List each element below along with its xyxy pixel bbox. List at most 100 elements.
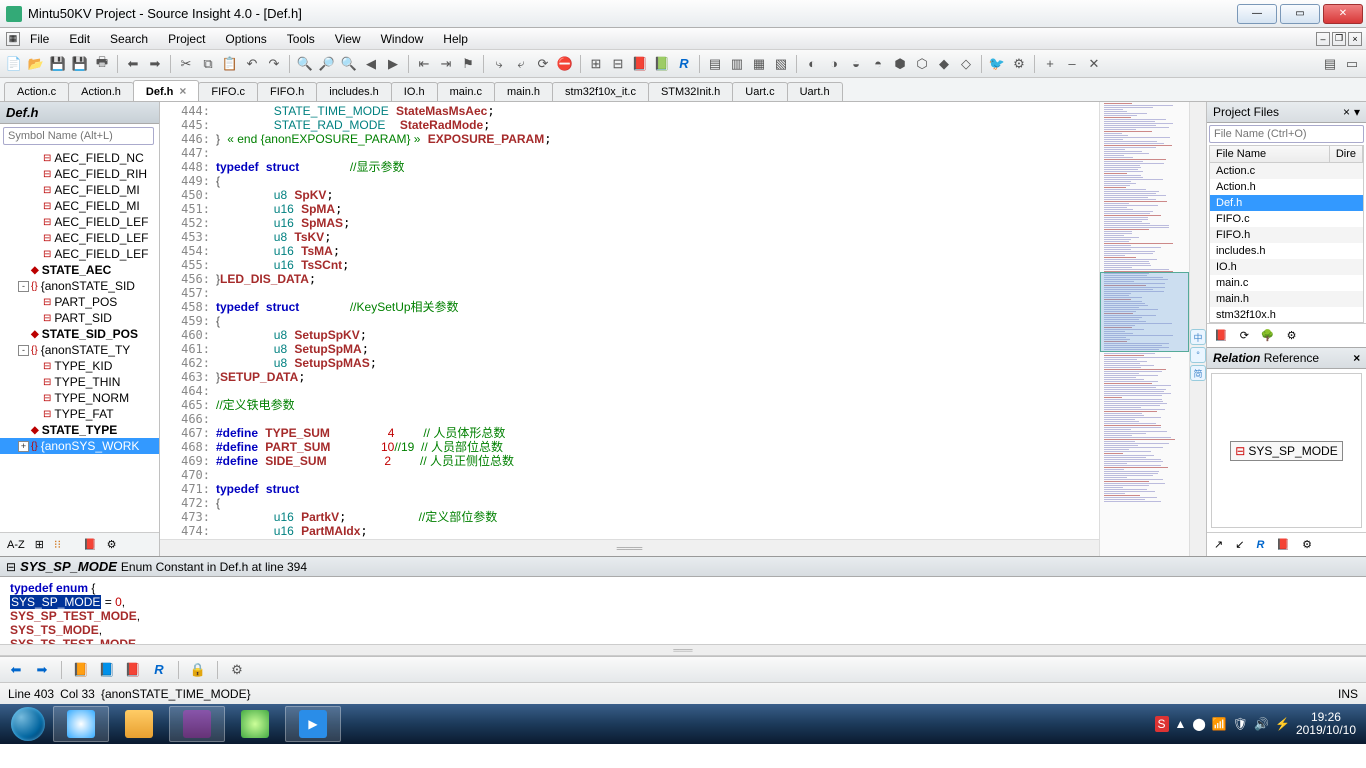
lock2-icon[interactable]: 🔒 [188, 660, 208, 680]
relation-graph[interactable]: ⊟SYS_SP_MODE [1211, 373, 1362, 528]
menu-tools[interactable]: Tools [277, 30, 325, 48]
taskbar-app-explorer[interactable] [111, 706, 167, 742]
gear-icon[interactable]: ⚙ [1009, 54, 1029, 74]
bm3-icon[interactable]: 📕 [123, 660, 143, 680]
taskbar-app-sourceinsight[interactable]: ▶ [285, 706, 341, 742]
symbol-tree-item[interactable]: ◆STATE_TYPE [0, 422, 159, 438]
project-file-item[interactable]: FIFO.h [1210, 227, 1363, 243]
file-tab[interactable]: Action.h [68, 82, 134, 101]
relation-r-icon[interactable]: R [149, 660, 169, 680]
redo-icon[interactable]: ↷ [264, 54, 284, 74]
symbol-tree-item[interactable]: ⊟AEC_FIELD_NC [0, 150, 159, 166]
file-tab[interactable]: FIFO.h [257, 82, 317, 101]
close-all-icon[interactable]: ✕ [1084, 54, 1104, 74]
tool6-icon[interactable]: ⬡ [912, 54, 932, 74]
bird-icon[interactable]: 🐦 [987, 54, 1007, 74]
editor-hscroll[interactable]: ═══ [160, 539, 1099, 556]
relation-close-icon[interactable]: × [1353, 351, 1360, 365]
symbol-tree-item[interactable]: ⊟AEC_FIELD_RIH [0, 166, 159, 182]
symbol-tree-item[interactable]: ⊟TYPE_NORM [0, 390, 159, 406]
search-files-icon[interactable]: 🔍 [339, 54, 359, 74]
win3-icon[interactable]: ▦ [749, 54, 769, 74]
menu-view[interactable]: View [325, 30, 371, 48]
win4-icon[interactable]: ▧ [771, 54, 791, 74]
bm1-icon[interactable]: 📙 [71, 660, 91, 680]
code-minimap[interactable] [1099, 102, 1189, 556]
tab-close-icon[interactable]: × [179, 84, 186, 98]
taskbar-app-browser[interactable] [53, 706, 109, 742]
menu-file[interactable]: File [20, 30, 59, 48]
tool3-icon[interactable]: ◒ [846, 54, 866, 74]
project-file-item[interactable]: IO.h [1210, 259, 1363, 275]
tool7-icon[interactable]: ◆ [934, 54, 954, 74]
file-tab[interactable]: Uart.h [787, 82, 843, 101]
col-dir[interactable]: Dire [1330, 146, 1363, 162]
symbol-tree-item[interactable]: ⊟AEC_FIELD_LEF [0, 214, 159, 230]
fullscreen-icon[interactable]: ▭ [1342, 54, 1362, 74]
paste-icon[interactable]: 📋 [220, 54, 240, 74]
maximize-button[interactable]: ▭ [1280, 4, 1320, 24]
project-file-item[interactable]: main.c [1210, 275, 1363, 291]
lock-icon[interactable]: 📕 [80, 537, 100, 552]
project-file-item[interactable]: stm32f10x.h [1210, 307, 1363, 323]
book2-icon[interactable]: 📗 [652, 54, 672, 74]
project-file-item[interactable]: includes.h [1210, 243, 1363, 259]
taskbar-app-paint[interactable] [227, 706, 283, 742]
symbol-tree-item[interactable]: ◆STATE_SID_POS [0, 326, 159, 342]
project-files-list[interactable]: Action.cAction.hDef.hFIFO.cFIFO.hinclude… [1209, 163, 1364, 323]
menu-search[interactable]: Search [100, 30, 158, 48]
file-tab[interactable]: includes.h [316, 82, 392, 101]
win2-icon[interactable]: ▥ [727, 54, 747, 74]
project-file-item[interactable]: Action.h [1210, 179, 1363, 195]
replace-icon[interactable]: 🔎 [317, 54, 337, 74]
tool4-icon[interactable]: ◓ [868, 54, 888, 74]
goto-def-icon[interactable]: ⤷ [489, 54, 509, 74]
save-all-icon[interactable]: 💾 [70, 54, 90, 74]
prev-result-icon[interactable]: ◀ [361, 54, 381, 74]
symbol-tree-item[interactable]: ◆STATE_AEC [0, 262, 159, 278]
menu-options[interactable]: Options [215, 30, 276, 48]
mdi-minimize-button[interactable]: – [1316, 32, 1330, 46]
symbol-filter-input[interactable] [3, 127, 154, 145]
panel-menu-icon[interactable]: ▾ [1354, 105, 1360, 119]
group-icon[interactable]: ⁝⁝ [51, 537, 64, 552]
taskbar-app-winrar[interactable] [169, 706, 225, 742]
file-tab[interactable]: Def.h× [133, 80, 200, 101]
context-code[interactable]: typedef enum { SYS_SP_MODE = 0, SYS_SP_T… [0, 577, 1366, 644]
win1-icon[interactable]: ▤ [705, 54, 725, 74]
save-icon[interactable]: 💾 [48, 54, 68, 74]
menu-project[interactable]: Project [158, 30, 215, 48]
system-tray[interactable]: S ▲ ⬤ 📶 🛡 🔊 ⚡ 19:262019/10/10 [1155, 711, 1363, 737]
project-file-item[interactable]: Action.c [1210, 163, 1363, 179]
symbol-tree-item[interactable]: ⊟PART_POS [0, 294, 159, 310]
mdi-restore-button[interactable]: ❐ [1332, 32, 1346, 46]
symbol-tree-item[interactable]: -{}{anonSTATE_SID [0, 278, 159, 294]
remove-icon[interactable]: ‒ [1062, 54, 1082, 74]
symbol-tree-item[interactable]: ⊟PART_SID [0, 310, 159, 326]
menu-edit[interactable]: Edit [59, 30, 100, 48]
book-icon[interactable]: 📕 [630, 54, 650, 74]
search-icon[interactable]: 🔍 [295, 54, 315, 74]
project-file-item[interactable]: FIFO.c [1210, 211, 1363, 227]
col-filename[interactable]: File Name [1210, 146, 1330, 162]
cut-icon[interactable]: ✂ [176, 54, 196, 74]
pf-gear-icon[interactable]: ⚙ [1284, 328, 1300, 343]
file-tab[interactable]: Action.c [4, 82, 69, 101]
print-icon[interactable]: 🖶 [92, 54, 112, 74]
file-tab[interactable]: stm32f10x_it.c [552, 82, 649, 101]
close-button[interactable]: ✕ [1323, 4, 1363, 24]
file-tab[interactable]: main.h [494, 82, 553, 101]
undo-icon[interactable]: ↶ [242, 54, 262, 74]
indent-left-icon[interactable]: ⇤ [414, 54, 434, 74]
symbol-tree[interactable]: ⊟AEC_FIELD_NC⊟AEC_FIELD_RIH⊟AEC_FIELD_MI… [0, 148, 159, 532]
file-tab[interactable]: STM32Init.h [648, 82, 733, 101]
mdi-close-button[interactable]: × [1348, 32, 1362, 46]
nav-fwd-icon[interactable]: ➡ [32, 660, 52, 680]
pf-refresh-icon[interactable]: ⟳ [1237, 328, 1252, 343]
stop-icon[interactable]: ⛔ [555, 54, 575, 74]
rel-book-icon[interactable]: 📕 [1273, 537, 1293, 552]
minimize-button[interactable]: — [1237, 4, 1277, 24]
rel-out-icon[interactable]: ↗ [1211, 537, 1226, 552]
context-icon[interactable]: ⊟ [6, 560, 16, 574]
symbol-tree-item[interactable]: ⊟AEC_FIELD_MI [0, 182, 159, 198]
